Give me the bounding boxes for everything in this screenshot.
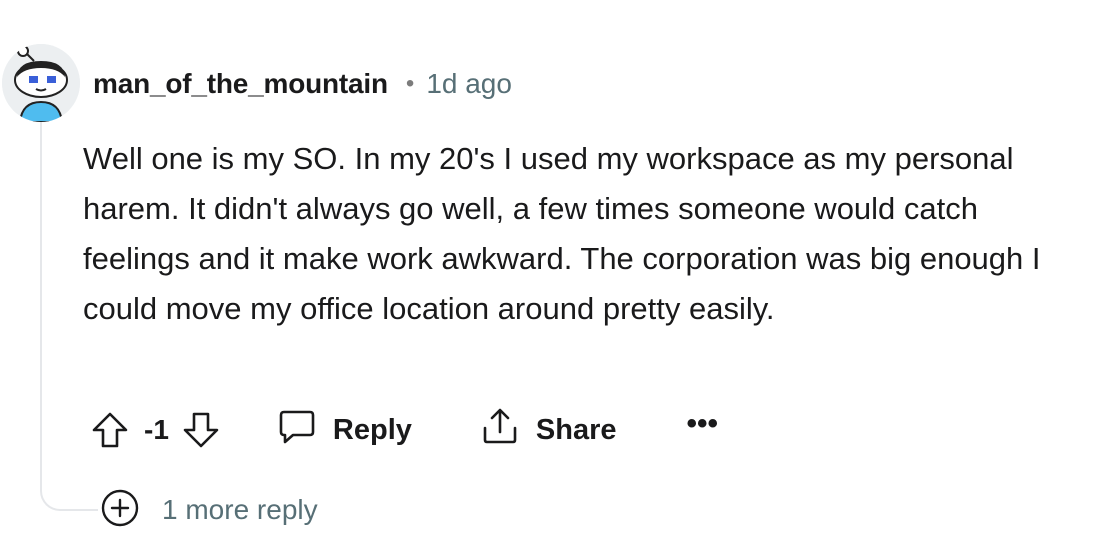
comment-header: man_of_the_mountain • 1d ago: [93, 64, 512, 104]
downvote-arrow-icon[interactable]: [181, 410, 221, 450]
timestamp[interactable]: 1d ago: [426, 68, 512, 100]
share-button[interactable]: Share: [480, 406, 617, 454]
thread-connector: [40, 455, 98, 511]
more-replies-link[interactable]: 1 more reply: [100, 488, 318, 532]
avatar[interactable]: [2, 44, 80, 122]
reply-label: Reply: [332, 413, 412, 446]
share-icon: [480, 406, 520, 454]
comment-actions: -1 Reply Share •••: [90, 406, 718, 454]
speech-bubble-icon: [277, 406, 317, 454]
reply-button[interactable]: Reply: [277, 406, 412, 454]
thread-line[interactable]: [40, 122, 42, 480]
vote-count: -1: [144, 414, 169, 445]
more-replies-label: 1 more reply: [162, 494, 318, 525]
username[interactable]: man_of_the_mountain: [93, 68, 388, 100]
share-label: Share: [535, 413, 617, 446]
plus-circle-icon: [100, 488, 140, 533]
more-options-button[interactable]: •••: [687, 407, 719, 441]
comment-body: Well one is my SO. In my 20's I used my …: [83, 141, 1041, 326]
upvote-arrow-icon[interactable]: [90, 410, 130, 450]
meta-separator: •: [405, 70, 415, 97]
snoo-avatar-icon: [2, 44, 80, 122]
